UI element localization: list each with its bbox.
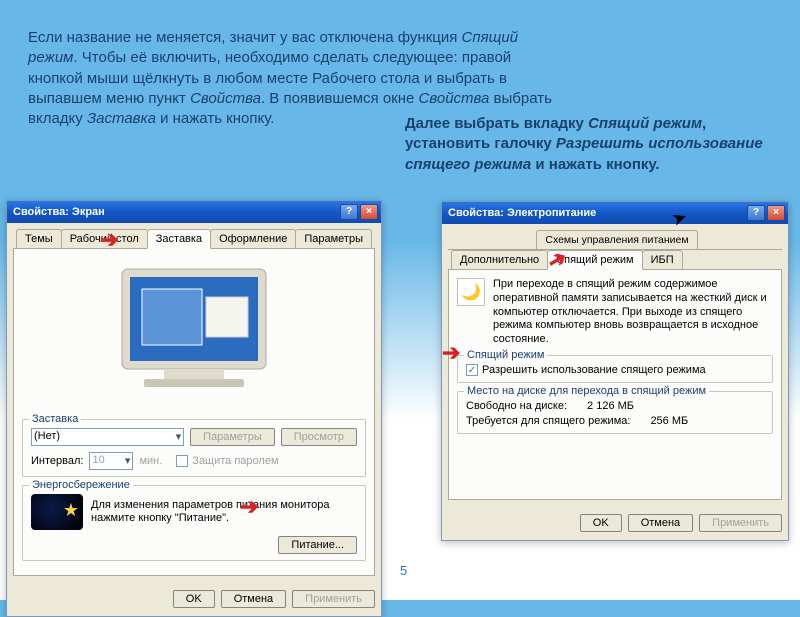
sleep-group: Спящий режим ✓ Разрешить использование с… — [457, 355, 773, 384]
disk-group: Место на диске для перехода в спящий реж… — [457, 391, 773, 434]
apply-button[interactable]: Применить — [699, 514, 782, 532]
free-value: 2 126 МБ — [587, 400, 657, 412]
screensaver-select[interactable]: (Нет) — [31, 428, 184, 446]
interval-label: Интервал: — [31, 455, 83, 467]
display-properties-window: Свойства: Экран ? × Темы Рабочий стол За… — [6, 200, 382, 617]
allow-hibernate-checkbox[interactable]: ✓ Разрешить использование спящего режима — [466, 364, 706, 376]
tab-screensaver[interactable]: Заставка — [147, 229, 211, 249]
energy-group: Энергосбережение Для изменения параметро… — [22, 485, 366, 561]
params-button[interactable]: Параметры — [190, 428, 275, 446]
tab-settings[interactable]: Параметры — [295, 229, 372, 248]
screensaver-group: Заставка (Нет) Параметры Просмотр Интерв… — [22, 419, 366, 477]
monitor-preview — [94, 261, 294, 411]
close-button[interactable]: × — [767, 205, 785, 221]
tab-panel: Заставка (Нет) Параметры Просмотр Интерв… — [13, 249, 375, 576]
titlebar[interactable]: Свойства: Электропитание ? × — [442, 202, 788, 224]
window-title: Свойства: Электропитание — [448, 207, 745, 219]
energy-legend: Энергосбережение — [29, 479, 133, 491]
tab-panel: 🌙 При переходе в спящий режим содержимое… — [448, 270, 782, 500]
tabstrip: Темы Рабочий стол Заставка Оформление Па… — [13, 229, 375, 249]
energy-text: Для изменения параметров питания монитор… — [91, 499, 357, 525]
window-title: Свойства: Экран — [13, 206, 338, 218]
info-text: При переходе в спящий режим содержимое о… — [493, 278, 773, 347]
power-button[interactable]: Питание... — [278, 536, 357, 554]
energy-star-icon — [31, 494, 83, 530]
titlebar[interactable]: Свойства: Экран ? × — [7, 201, 381, 223]
dialog-buttons: OK Отмена Применить — [7, 582, 381, 616]
checkbox-box — [176, 455, 188, 467]
cancel-button[interactable]: Отмена — [221, 590, 286, 608]
interval-spinner[interactable]: 10 — [89, 452, 133, 470]
hibernate-icon: 🌙 — [457, 278, 485, 306]
screensaver-legend: Заставка — [29, 413, 81, 425]
cancel-button[interactable]: Отмена — [628, 514, 693, 532]
checkbox-box: ✓ — [466, 364, 478, 376]
tab-hibernate[interactable]: Спящий режим — [547, 250, 642, 270]
need-label: Требуется для спящего режима: — [466, 415, 630, 427]
interval-unit: мин. — [139, 455, 162, 467]
free-label: Свободно на диске: — [466, 400, 567, 412]
tab-themes[interactable]: Темы — [16, 229, 62, 248]
tab-appearance[interactable]: Оформление — [210, 229, 296, 248]
password-checkbox[interactable]: Защита паролем — [176, 455, 278, 467]
tab-power-schemes[interactable]: Схемы управления питанием — [536, 230, 697, 249]
tab-ups[interactable]: ИБП — [642, 250, 683, 269]
side-text: Далее выбрать вкладку Спящий режим, уста… — [405, 114, 765, 175]
need-value: 256 МБ — [650, 415, 720, 427]
tabstrip-row2: Дополнительно Спящий режим ИБП — [448, 250, 782, 270]
apply-button[interactable]: Применить — [292, 590, 375, 608]
help-button[interactable]: ? — [340, 204, 358, 220]
ok-button[interactable]: OK — [580, 514, 622, 532]
tabstrip-row1: Схемы управления питанием — [448, 230, 782, 250]
tab-advanced[interactable]: Дополнительно — [451, 250, 548, 269]
disk-legend: Место на диске для перехода в спящий реж… — [464, 385, 709, 397]
tab-desktop[interactable]: Рабочий стол — [61, 229, 148, 248]
sleep-legend: Спящий режим — [464, 349, 547, 361]
power-properties-window: Свойства: Электропитание ? × Схемы управ… — [441, 201, 789, 541]
page-number: 5 — [400, 563, 407, 578]
help-button[interactable]: ? — [747, 205, 765, 221]
ok-button[interactable]: OK — [173, 590, 215, 608]
dialog-buttons: OK Отмена Применить — [442, 506, 788, 540]
preview-button[interactable]: Просмотр — [281, 428, 357, 446]
close-button[interactable]: × — [360, 204, 378, 220]
